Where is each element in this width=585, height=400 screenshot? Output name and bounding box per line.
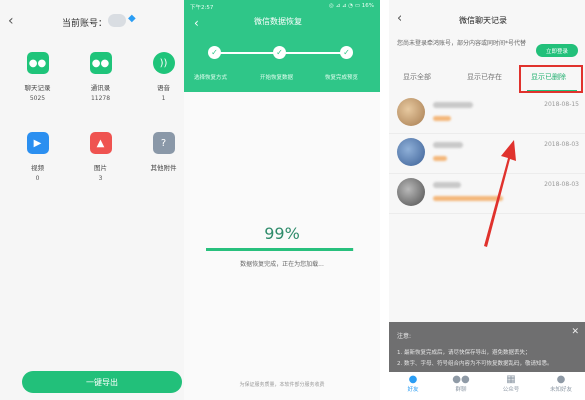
blurred-message	[433, 156, 447, 161]
file-icon: ?	[152, 132, 175, 154]
login-notice: 您尚未登录牵鸿账号，部分内容或同时间*号代替	[397, 40, 527, 47]
step-label: 开始恢复数据	[260, 75, 294, 81]
contacts-icon: ●●	[89, 52, 112, 74]
row-date: 2018-08-15	[544, 101, 579, 108]
service-fee-notice: 为保证服务质量，本软件部分服务收费	[239, 382, 325, 388]
notice-line: 1. 最新恢复完成后，请尽快保存导出，避免数据丢失；	[397, 350, 531, 356]
account-avatar	[108, 14, 126, 27]
step-label: 恢复完成预览	[325, 75, 359, 81]
notice-line: 2. 数字、字母、符号组合内容为不可恢复数据乱码，敬请知悉。	[397, 361, 553, 367]
left-header: ‹ 当前账号： ◆	[0, 0, 195, 42]
recovery-header: 下午2:57 ◎ ⊿ ⊿ ◔ ▭ 16% ‹ 微信数据恢复 ✓ ✓ ✓ 选择恢复…	[184, 0, 380, 92]
page-title: 微信聊天记录	[459, 16, 507, 25]
close-icon[interactable]: ✕	[571, 327, 579, 337]
progress-status-text: 数据恢复完成，正在为您加载...	[240, 261, 324, 268]
category-label: 通讯录	[90, 84, 111, 92]
step-complete-icon: ✓	[273, 46, 286, 59]
chat-records-header: ‹ 微信聊天记录	[389, 0, 585, 36]
category-contacts[interactable]: ●● 通讯录 11278	[68, 52, 133, 102]
category-label: 视频	[31, 164, 44, 172]
category-count: 11278	[90, 95, 111, 102]
recovery-progress-panel: 下午2:57 ◎ ⊿ ⊿ ◔ ▭ 16% ‹ 微信数据恢复 ✓ ✓ ✓ 选择恢复…	[184, 0, 380, 400]
account-data-panel: ‹ 当前账号： ◆ ●● 聊天记录 5025 ●● 通讯录 11278 )) 语…	[0, 0, 195, 400]
status-indicators: ◎ ⊿ ⊿ ◔ ▭ 16%	[329, 3, 374, 9]
export-all-button[interactable]: 一键导出	[22, 371, 182, 393]
category-label: 聊天记录	[24, 84, 51, 92]
tab-show-all[interactable]: 显示全部	[403, 72, 431, 82]
diamond-icon: ◆	[128, 13, 136, 24]
step-complete-icon: ✓	[208, 46, 221, 59]
row-date: 2018-08-03	[544, 181, 579, 188]
current-account-label: 当前账号：	[62, 19, 108, 29]
back-arrow-icon[interactable]: ‹	[8, 13, 14, 29]
category-count: 0	[35, 175, 40, 182]
back-arrow-icon[interactable]: ‹	[397, 11, 402, 26]
login-now-button[interactable]: 立即登录	[536, 44, 578, 57]
category-label: 图片	[94, 164, 107, 172]
unknown-person-icon: ●	[556, 374, 566, 385]
step-complete-icon: ✓	[340, 46, 353, 59]
person-icon: ●	[408, 374, 418, 385]
row-date: 2018-08-03	[544, 141, 579, 148]
avatar	[397, 138, 425, 166]
progress-fill	[206, 248, 353, 251]
status-time: 下午2:57	[190, 5, 214, 11]
blurred-message	[433, 116, 451, 121]
page-title: 微信数据恢复	[254, 17, 302, 26]
category-count: 5025	[29, 95, 46, 102]
progress-bar	[206, 248, 354, 251]
progress-percent: 99%	[264, 224, 300, 243]
video-icon: ▶	[26, 132, 49, 154]
category-images[interactable]: ▲ 图片 3	[68, 132, 133, 182]
red-arrow-annotation	[484, 140, 516, 247]
back-arrow-icon[interactable]: ‹	[194, 16, 199, 30]
nav-unknown-friends[interactable]: ● 未知好友	[541, 374, 581, 393]
step-connector	[214, 52, 280, 54]
red-highlight-box	[519, 65, 583, 93]
step-label: 选择恢复方式	[194, 75, 228, 81]
nav-official-accounts[interactable]: ▦ 公众号	[491, 374, 531, 393]
nav-label: 好友	[407, 387, 419, 393]
blurred-contact-name	[433, 182, 461, 188]
step-connector	[280, 52, 348, 54]
blurred-contact-name	[433, 142, 463, 148]
image-icon: ▲	[89, 132, 112, 154]
avatar	[397, 178, 425, 206]
group-icon: ●●	[452, 374, 470, 385]
nav-friends[interactable]: ● 好友	[393, 374, 433, 393]
grid-icon: ▦	[506, 374, 516, 385]
category-count: 3	[98, 175, 103, 182]
nav-groups[interactable]: ●● 群聊	[441, 374, 481, 393]
notice-title: 注意:	[397, 333, 412, 340]
nav-label: 群聊	[455, 387, 467, 393]
avatar	[397, 98, 425, 126]
nav-label: 未知好友	[549, 387, 572, 393]
voice-icon: ))	[152, 52, 175, 74]
tab-show-existing[interactable]: 显示已存在	[467, 72, 502, 82]
bottom-nav: ● 好友 ●● 群聊 ▦ 公众号 ● 未知好友	[389, 372, 585, 400]
nav-label: 公众号	[502, 387, 520, 393]
category-video[interactable]: ▶ 视频 0	[5, 132, 70, 182]
category-chat-records[interactable]: ●● 聊天记录 5025	[5, 52, 70, 102]
chat-icon: ●●	[26, 52, 49, 74]
blurred-contact-name	[433, 102, 473, 108]
